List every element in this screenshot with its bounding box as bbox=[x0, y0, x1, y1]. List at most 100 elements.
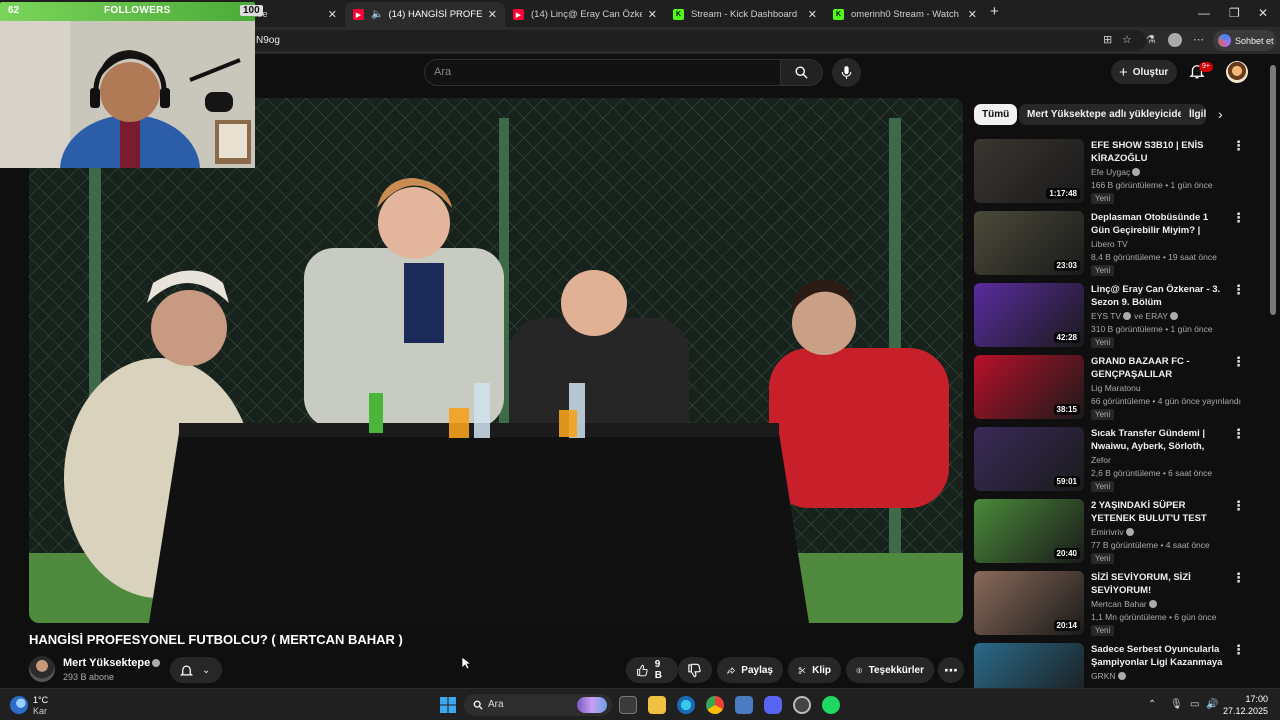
close-icon[interactable]: ✕ bbox=[328, 8, 337, 21]
voice-search-button[interactable] bbox=[832, 58, 861, 87]
recommendation-title[interactable]: Sıcak Transfer Gündemi | Nwaiwu, Ayberk,… bbox=[1091, 427, 1227, 453]
recommendation-title[interactable]: GRAND BAZAAR FC - GENÇPAŞALILAR bbox=[1091, 355, 1227, 381]
subscription-notifications-button[interactable]: ⌄ bbox=[170, 657, 222, 683]
task-view-icon[interactable] bbox=[619, 696, 637, 714]
clock-time[interactable]: 17:00 bbox=[1220, 694, 1268, 704]
volume-icon[interactable]: 🔊 bbox=[1206, 699, 1218, 710]
tab-linc-video[interactable]: ▶ (14) Linç@ Eray Can Özkenar - 3. S ✕ bbox=[505, 2, 665, 27]
recommendation-thumbnail[interactable]: 59:01 bbox=[974, 427, 1084, 491]
spotify-icon[interactable] bbox=[822, 696, 840, 714]
windows-start-icon[interactable] bbox=[440, 697, 456, 713]
recommendation-thumbnail[interactable]: 23:03 bbox=[974, 211, 1084, 275]
recommendation-title[interactable]: Linç@ Eray Can Özkenar - 3. Sezon 9. Böl… bbox=[1091, 283, 1227, 309]
youtube-icon: ▶ bbox=[353, 9, 364, 20]
microphone-icon[interactable]: 🎙 bbox=[1170, 699, 1183, 710]
tab-current-video[interactable]: ▶ 🔈 (14) HANGİSİ PROFESYONEL F ✕ bbox=[345, 2, 505, 27]
close-icon[interactable]: ✕ bbox=[968, 8, 977, 21]
chat-button[interactable]: Sohbet et bbox=[1213, 30, 1276, 51]
mouse-cursor bbox=[462, 657, 471, 670]
more-vertical-icon[interactable]: ⋮ bbox=[1232, 499, 1245, 512]
recommendation-channel[interactable]: Efe Uygaç bbox=[1091, 167, 1141, 177]
webcam-overlay bbox=[0, 20, 255, 168]
install-app-icon[interactable]: ⊞ bbox=[1103, 33, 1112, 46]
new-tab-button[interactable]: + bbox=[990, 3, 999, 20]
close-icon[interactable]: ✕ bbox=[488, 8, 497, 21]
recommendation-title[interactable]: EFE SHOW S3B10 | ENİS KİRAZOĞLU bbox=[1091, 139, 1227, 165]
channel-avatar[interactable] bbox=[29, 656, 55, 682]
recommendation-thumbnail[interactable]: 20:14 bbox=[974, 571, 1084, 635]
url-field[interactable]: N9og bbox=[246, 30, 1146, 51]
more-vertical-icon[interactable]: ⋮ bbox=[1232, 211, 1245, 224]
account-avatar[interactable] bbox=[1226, 61, 1248, 83]
weather-icon[interactable] bbox=[10, 696, 28, 714]
edge-browser-icon[interactable] bbox=[677, 696, 695, 714]
bookmark-star-icon[interactable]: ☆ bbox=[1122, 33, 1132, 46]
chevron-right-icon[interactable]: › bbox=[1218, 106, 1223, 122]
more-vertical-icon[interactable]: ⋮ bbox=[1232, 139, 1245, 152]
maximize-button[interactable]: ❐ bbox=[1229, 6, 1240, 20]
recommendation-thumbnail[interactable]: 38:15 bbox=[974, 355, 1084, 419]
search-input[interactable]: Ara bbox=[424, 59, 781, 86]
close-icon[interactable]: ✕ bbox=[648, 8, 657, 21]
clip-button[interactable]: Klip bbox=[788, 657, 841, 683]
channel-label: Mertcan Bahar bbox=[1091, 599, 1147, 609]
create-button[interactable]: + Oluştur bbox=[1111, 60, 1177, 84]
new-badge: Yeni bbox=[1091, 625, 1115, 636]
file-explorer-icon[interactable] bbox=[648, 696, 666, 714]
recommendation-thumbnail[interactable]: 42:28 bbox=[974, 283, 1084, 347]
scrollbar-thumb[interactable] bbox=[1270, 65, 1276, 315]
settings-app-icon[interactable] bbox=[735, 696, 753, 714]
recommendation-title[interactable]: 2 YAŞINDAKİ SÜPER YETENEK BULUT'U TEST E… bbox=[1091, 499, 1227, 525]
network-icon[interactable]: ▭ bbox=[1190, 699, 1199, 710]
recommendation-channel[interactable]: Emirivriv bbox=[1091, 527, 1134, 537]
more-actions-button[interactable]: ⋯ bbox=[938, 657, 964, 683]
clock-date[interactable]: 27.12.2025 bbox=[1220, 706, 1268, 716]
minimize-button[interactable]: — bbox=[1198, 6, 1210, 20]
tab-kick-dashboard[interactable]: K Stream - Kick Dashboard ✕ bbox=[665, 2, 825, 27]
chip-all[interactable]: Tümü bbox=[974, 104, 1018, 125]
chip-related[interactable]: İlgili bbox=[1181, 104, 1206, 125]
more-vertical-icon[interactable]: ⋮ bbox=[1232, 355, 1245, 368]
speaker-icon[interactable]: 🔈 bbox=[371, 9, 383, 20]
search-button[interactable] bbox=[781, 59, 823, 86]
discord-icon[interactable] bbox=[764, 696, 782, 714]
more-vertical-icon[interactable]: ⋮ bbox=[1232, 427, 1245, 440]
thanks-button[interactable]: $ Teşekkürler bbox=[846, 657, 934, 683]
recommendation-channel[interactable]: Libero TV bbox=[1091, 239, 1128, 249]
video-duration: 42:28 bbox=[1053, 332, 1080, 343]
search-highlight-icon[interactable] bbox=[577, 697, 607, 713]
recommendation-channel[interactable]: GRKN bbox=[1091, 671, 1126, 681]
obs-icon[interactable] bbox=[793, 696, 811, 714]
recommendation-title[interactable]: Sadece Serbest Oyuncularla Şampiyonlar L… bbox=[1091, 643, 1227, 669]
recommendation-channel[interactable]: Mertcan Bahar bbox=[1091, 599, 1157, 609]
recommendation-channel[interactable]: EYS TV ve ERAY bbox=[1091, 311, 1178, 321]
close-icon[interactable]: ✕ bbox=[808, 8, 817, 21]
chip-from-uploader[interactable]: Mert Yüksektepe adlı yükleyiciden bbox=[1019, 104, 1198, 125]
chevron-up-icon[interactable]: ⌃ bbox=[1148, 699, 1156, 710]
tab-kick-stream[interactable]: K omerinh0 Stream - Watch Live on ✕ bbox=[825, 2, 985, 27]
profile-icon[interactable] bbox=[1168, 33, 1182, 47]
recommendation-channel[interactable]: Zefor bbox=[1091, 455, 1111, 465]
recommendation-thumbnail[interactable]: 1:17:48 bbox=[974, 139, 1084, 203]
recommendation-channel[interactable]: Lig Maratonu bbox=[1091, 383, 1141, 393]
share-button[interactable]: Paylaş bbox=[717, 657, 783, 683]
more-vertical-icon[interactable]: ⋮ bbox=[1232, 571, 1245, 584]
channel-name[interactable]: Mert Yüksektepe bbox=[63, 657, 161, 669]
recommendation-thumbnail[interactable]: 20:40 bbox=[974, 499, 1084, 563]
extensions-icon[interactable]: ⚗ bbox=[1146, 33, 1156, 46]
more-menu-icon[interactable]: ⋯ bbox=[1193, 33, 1204, 46]
video-player[interactable] bbox=[29, 98, 963, 623]
close-window-button[interactable]: ✕ bbox=[1258, 6, 1268, 20]
recommendation-meta: 1,1 Mn görüntüleme • 6 gün önce bbox=[1091, 612, 1217, 622]
more-vertical-icon[interactable]: ⋮ bbox=[1232, 643, 1245, 656]
video-duration: 20:14 bbox=[1053, 620, 1080, 631]
more-horizontal-icon: ⋯ bbox=[944, 661, 958, 678]
weather-temperature: 1°C bbox=[33, 695, 49, 705]
verified-icon bbox=[1123, 312, 1132, 320]
chrome-icon[interactable] bbox=[706, 696, 724, 714]
like-button[interactable]: 9 B bbox=[626, 657, 678, 683]
dislike-button[interactable] bbox=[678, 657, 712, 683]
recommendation-title[interactable]: Deplasman Otobüsünde 1 Gün Geçirebilir M… bbox=[1091, 211, 1227, 237]
recommendation-title[interactable]: SİZİ SEVİYORUM, SİZİ SEVİYORUM! bbox=[1091, 571, 1227, 597]
more-vertical-icon[interactable]: ⋮ bbox=[1232, 283, 1245, 296]
